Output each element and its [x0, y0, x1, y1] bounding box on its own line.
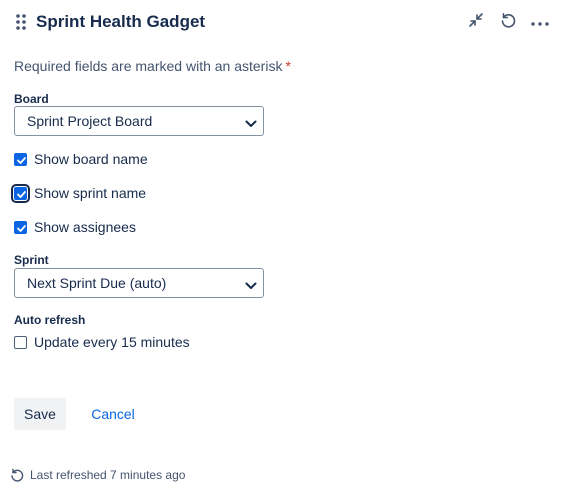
- sprint-select[interactable]: Next Sprint Due (auto): [14, 268, 264, 298]
- show-sprint-name-label: Show sprint name: [34, 185, 147, 201]
- chevron-down-icon: [245, 116, 257, 127]
- minimize-button[interactable]: [464, 10, 488, 34]
- required-note-text: Required fields are marked with an aster…: [14, 58, 283, 74]
- sprint-select-value: Next Sprint Due (auto): [27, 275, 167, 291]
- show-sprint-name-checkbox[interactable]: Show sprint name: [11, 183, 147, 203]
- auto-refresh-checkbox[interactable]: Update every 15 minutes: [14, 332, 190, 352]
- drag-handle-icon[interactable]: [15, 13, 27, 31]
- sprint-label: Sprint: [14, 253, 49, 267]
- required-fields-note: Required fields are marked with an aster…: [14, 57, 291, 75]
- more-actions-button[interactable]: [528, 10, 552, 34]
- last-refreshed-status: Last refreshed 7 minutes ago: [10, 466, 185, 484]
- auto-refresh-option-label: Update every 15 minutes: [34, 334, 190, 350]
- show-board-name-label: Show board name: [34, 151, 148, 167]
- minimize-icon: [468, 12, 484, 33]
- cancel-button[interactable]: Cancel: [80, 398, 146, 430]
- history-icon: [10, 468, 24, 482]
- board-select[interactable]: Sprint Project Board: [14, 106, 264, 136]
- checkbox-unchecked-icon[interactable]: [14, 335, 27, 349]
- gadget-title: Sprint Health Gadget: [36, 12, 206, 31]
- checkbox-checked-icon[interactable]: [14, 152, 27, 166]
- board-select-value: Sprint Project Board: [27, 113, 153, 129]
- save-button[interactable]: Save: [14, 398, 66, 430]
- show-assignees-checkbox[interactable]: Show assignees: [14, 217, 136, 237]
- refresh-icon: [500, 12, 516, 33]
- board-label: Board: [14, 92, 49, 106]
- required-asterisk: *: [285, 58, 291, 74]
- show-board-name-checkbox[interactable]: Show board name: [14, 149, 148, 169]
- auto-refresh-label: Auto refresh: [14, 313, 86, 327]
- show-assignees-label: Show assignees: [34, 219, 136, 235]
- chevron-down-icon: [245, 278, 257, 289]
- checkbox-checked-icon[interactable]: [11, 183, 30, 203]
- gadget-header: Sprint Health Gadget: [0, 0, 571, 44]
- more-icon: [531, 13, 549, 31]
- last-refreshed-text: Last refreshed 7 minutes ago: [30, 468, 186, 482]
- refresh-button[interactable]: [496, 10, 520, 34]
- checkbox-checked-icon[interactable]: [14, 220, 27, 234]
